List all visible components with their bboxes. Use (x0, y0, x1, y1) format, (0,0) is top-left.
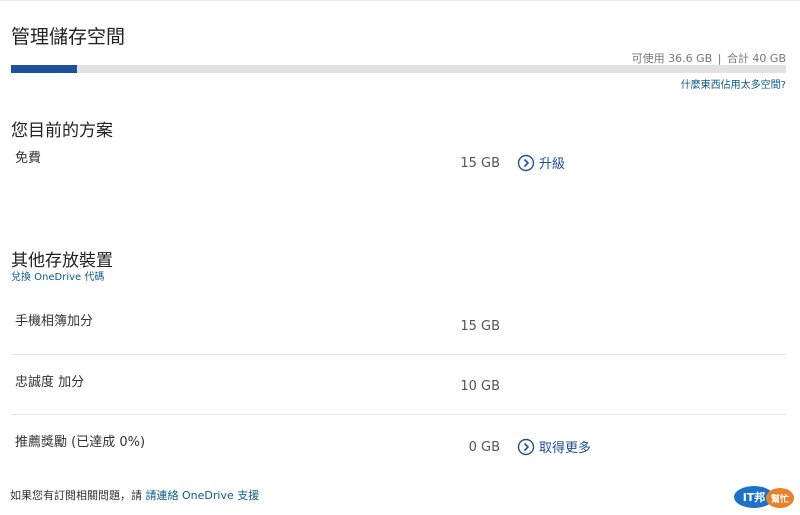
bonus-label: 忠誠度 加分 (15, 375, 85, 390)
top-divider (0, 0, 800, 1)
current-plan-title: 您目前的方案 (11, 121, 113, 141)
bonus-size: 10 GB (460, 379, 500, 394)
logo-main-text: IT邦 (743, 490, 766, 504)
contact-support-link[interactable]: 請連絡 OneDrive 支援 (146, 489, 260, 502)
plan-size: 15 GB (460, 156, 500, 171)
available-storage: 可使用 36.6 GB (631, 52, 713, 65)
get-more-label: 取得更多 (539, 441, 592, 456)
row-divider (11, 414, 786, 415)
bonus-size: 0 GB (468, 440, 500, 455)
upgrade-label: 升級 (539, 157, 566, 172)
plan-name: 免費 (15, 151, 42, 166)
bonus-size: 15 GB (460, 319, 500, 334)
circle-chevron-right-icon (517, 154, 535, 172)
row-divider (11, 354, 786, 355)
usage-separator: | (717, 52, 722, 65)
total-storage: 合計 40 GB (726, 52, 786, 65)
logo-sub-text: 幫忙 (771, 493, 789, 505)
get-more-button[interactable]: 取得更多 (517, 437, 591, 456)
footer-text: 如果您有訂閱相關問題，請 (10, 489, 142, 502)
page-title: 管理儲存空間 (11, 26, 126, 48)
footer-support-text: 如果您有訂閱相關問題，請 請連絡 OneDrive 支援 (10, 487, 259, 503)
bonus-label: 手機相簿加分 (15, 314, 94, 329)
what-uses-space-link[interactable]: 什麼東西佔用太多空間? (681, 76, 786, 91)
ithome-logo: IT邦 幫忙 (732, 484, 796, 510)
circle-chevron-right-icon (517, 438, 535, 456)
storage-usage-bar-fill (11, 65, 77, 73)
redeem-code-link[interactable]: 兌換 OneDrive 代碼 (11, 268, 104, 283)
bonus-label: 推薦獎勵 (已達成 0%) (15, 435, 146, 450)
storage-usage-bar (11, 65, 786, 73)
upgrade-button[interactable]: 升級 (517, 153, 565, 172)
storage-usage-text: 可使用 36.6 GB | 合計 40 GB (632, 50, 786, 66)
